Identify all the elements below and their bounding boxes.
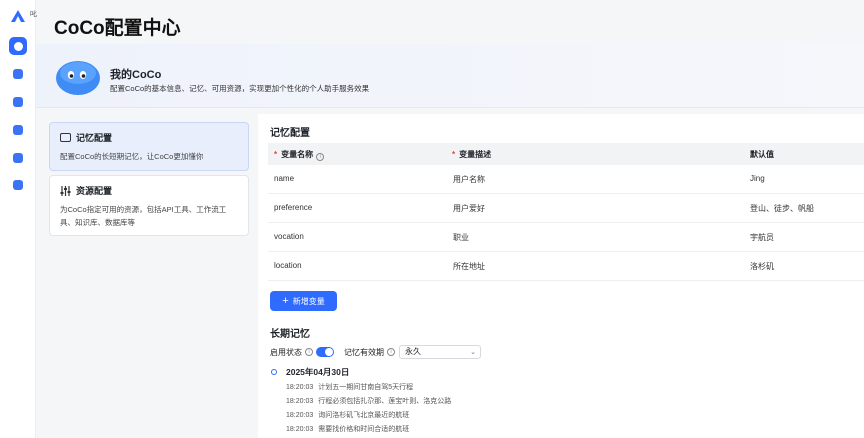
- logo-mark: 叱: [30, 11, 37, 18]
- chevron-down-icon: ⌄: [470, 349, 476, 356]
- var-name: vocation: [274, 232, 304, 241]
- col-default: 默认值: [750, 150, 774, 159]
- resource-config-card[interactable]: 资源配置 为CoCo指定可用的资源，包括API工具、工作流工具、知识库、数据库等: [49, 175, 249, 236]
- monitor-icon: [60, 133, 71, 142]
- profile-description: 配置CoCo的基本信息、记忆、可用资源，实现更加个性化的个人助手服务效果: [110, 84, 370, 93]
- validity-label: 记忆有效期: [344, 347, 384, 357]
- info-icon[interactable]: i: [305, 348, 313, 356]
- var-desc: 职业: [453, 233, 469, 242]
- timeline-dot-icon: [271, 369, 277, 375]
- side-rail: 叱: [0, 0, 37, 438]
- var-name: name: [274, 174, 295, 183]
- memory-text: 计划五一期间甘南自驾5天行程: [318, 384, 414, 391]
- memory-entry: 18:20:03 计划五一期间甘南自驾5天行程: [286, 382, 413, 392]
- cloud-icon: [13, 153, 23, 163]
- app-logo-icon[interactable]: [10, 9, 26, 23]
- memory-config-title: 记忆配置: [76, 133, 113, 143]
- variable-table-header: * 变量名称 i * 变量描述 默认值: [268, 143, 864, 165]
- coco-mascot-icon: [56, 61, 100, 95]
- table-row[interactable]: preference 用户爱好 登山、徒步、帆船: [268, 194, 864, 223]
- validity-select[interactable]: 永久 ⌄: [399, 345, 481, 359]
- col-var-desc-label: 变量描述: [459, 150, 492, 159]
- table-row[interactable]: name 用户名称 Jing: [268, 165, 864, 194]
- enable-status-label: 启用状态: [270, 347, 302, 357]
- enable-toggle[interactable]: [316, 347, 334, 357]
- memory-entry: 18:20:03 行程必须包括扎尕那、莲宝叶则、洛克公路: [286, 396, 451, 406]
- memory-time: 18:20:03: [286, 412, 314, 419]
- profile-title: 我的CoCo: [110, 69, 162, 81]
- message-icon: [13, 180, 23, 190]
- chat-nav-button[interactable]: [9, 121, 27, 139]
- table-row[interactable]: vocation 职业 宇航员: [268, 223, 864, 252]
- required-mark: *: [274, 150, 278, 159]
- apps-nav-button[interactable]: [9, 65, 27, 83]
- apps-icon: [13, 69, 23, 79]
- memory-entry: 18:20:03 询问洛杉矶飞北京最近的航班: [286, 410, 409, 420]
- page-title: CoCo配置中心: [54, 18, 181, 39]
- validity-value: 永久: [405, 347, 421, 356]
- sliders-icon: [60, 185, 71, 196]
- required-mark: *: [452, 150, 456, 159]
- table-row[interactable]: location 所在地址 洛杉矶: [268, 252, 864, 281]
- resource-config-title: 资源配置: [76, 186, 113, 196]
- add-variable-button[interactable]: + 新增变量: [270, 291, 337, 311]
- col-var-name: * 变量名称 i: [274, 149, 325, 161]
- memory-config-heading: 记忆配置: [270, 128, 310, 139]
- memory-time: 18:20:03: [286, 384, 314, 391]
- memory-config-card[interactable]: 记忆配置 配置CoCo的长短期记忆，让CoCo更加懂你: [49, 122, 249, 171]
- cloud-nav-button[interactable]: [9, 149, 27, 167]
- add-variable-label: 新增变量: [292, 296, 325, 306]
- memory-time: 18:20:03: [286, 426, 314, 433]
- config-panel: 记忆配置 * 变量名称 i * 变量描述 默认值 name 用户名称 Jing pre…: [258, 114, 864, 438]
- var-default: 宇航员: [750, 233, 774, 242]
- home-icon: [13, 41, 23, 51]
- memory-date: 2025年04月30日: [286, 367, 350, 377]
- var-name: location: [274, 261, 302, 270]
- home-nav-button[interactable]: [9, 37, 27, 55]
- plus-icon: +: [282, 295, 289, 307]
- memory-text: 询问洛杉矶飞北京最近的航班: [318, 412, 410, 419]
- doc-nav-button[interactable]: [9, 93, 27, 111]
- info-icon[interactable]: i: [316, 153, 325, 161]
- var-name: preference: [274, 203, 313, 212]
- var-desc: 所在地址: [453, 262, 485, 271]
- var-desc: 用户爱好: [453, 204, 485, 213]
- var-desc: 用户名称: [453, 175, 485, 184]
- col-var-desc: * 变量描述: [452, 149, 491, 160]
- memory-time: 18:20:03: [286, 398, 314, 405]
- memory-config-desc: 配置CoCo的长短期记忆，让CoCo更加懂你: [60, 152, 204, 161]
- long-term-memory-heading: 长期记忆: [270, 329, 310, 340]
- var-default: 登山、徒步、帆船: [750, 204, 814, 213]
- chat-icon: [13, 125, 23, 135]
- message-nav-button[interactable]: [9, 176, 27, 194]
- long-term-options: 启用状态 i 记忆有效期 i 永久 ⌄: [270, 345, 481, 359]
- var-default: 洛杉矶: [750, 262, 774, 271]
- resource-config-desc: 为CoCo指定可用的资源，包括API工具、工作流工具、知识库、数据库等: [60, 205, 227, 227]
- memory-text: 需要找价格和时间合适的航班: [318, 426, 410, 433]
- document-icon: [13, 97, 23, 107]
- var-default: Jing: [750, 174, 765, 183]
- memory-text: 行程必须包括扎尕那、莲宝叶则、洛克公路: [318, 398, 452, 405]
- info-icon[interactable]: i: [387, 348, 395, 356]
- col-var-name-label: 变量名称: [281, 150, 314, 159]
- memory-entry: 18:20:03 需要找价格和时间合适的航班: [286, 424, 409, 434]
